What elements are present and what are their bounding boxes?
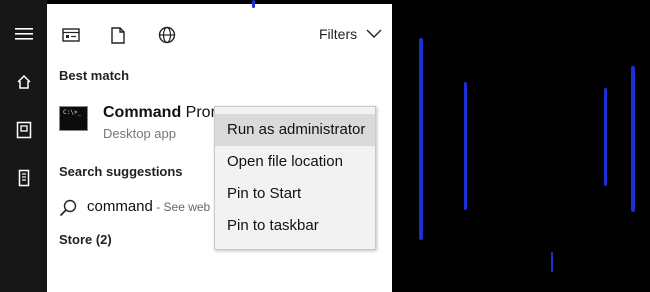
hamburger-menu-button[interactable]: [0, 14, 47, 54]
app-name-bold: Command: [103, 104, 182, 121]
search-suggestions-heading: Search suggestions: [59, 164, 183, 179]
filters-label: Filters: [319, 26, 358, 42]
apps-filter-icon: [62, 28, 80, 42]
home-icon: [16, 74, 31, 89]
filters-dropdown[interactable]: Filters: [319, 22, 382, 46]
store-heading[interactable]: Store (2): [59, 232, 112, 247]
command-prompt-icon-text: C:\>_: [63, 109, 82, 116]
home-button[interactable]: [0, 62, 47, 102]
chevron-down-icon: [366, 29, 382, 38]
wallpaper-streak: [631, 66, 635, 212]
menu-item-run-as-administrator[interactable]: Run as administrator: [215, 114, 375, 146]
documents-icon: [16, 121, 31, 139]
documents-filter-button[interactable]: [103, 20, 133, 50]
apps-filter-button[interactable]: [56, 20, 86, 50]
context-menu: Run as administrator Open file location …: [214, 106, 376, 250]
best-match-heading: Best match: [59, 68, 130, 83]
search-icon: [59, 199, 77, 217]
suggestion-query: command: [87, 198, 153, 215]
app-name-rest: Prompt: [185, 104, 215, 121]
wallpaper-streak: [604, 88, 607, 186]
wallpaper-streak: [252, 0, 255, 8]
wallpaper-streak: [551, 252, 553, 272]
menu-item-pin-to-start[interactable]: Pin to Start: [215, 178, 375, 210]
app-type: Desktop app: [103, 126, 176, 141]
tower-icon: [18, 169, 29, 187]
wallpaper-streak: [419, 38, 423, 240]
tower-button[interactable]: [0, 158, 47, 198]
web-filter-icon: [158, 26, 176, 44]
wallpaper-streak: [464, 82, 467, 210]
suggestion-hint: - See web results: [156, 200, 215, 214]
menu-item-pin-to-taskbar[interactable]: Pin to taskbar: [215, 210, 375, 242]
start-nav-rail: [0, 0, 47, 292]
suggestion-text: command - See web results: [87, 198, 215, 215]
hamburger-menu-icon: [14, 28, 33, 40]
web-filter-button[interactable]: [152, 20, 182, 50]
menu-item-open-file-location[interactable]: Open file location: [215, 146, 375, 178]
command-prompt-icon: C:\>_: [59, 106, 88, 131]
documents-button[interactable]: [0, 110, 47, 150]
documents-filter-icon: [111, 26, 125, 44]
app-name: Command Prompt: [103, 104, 215, 122]
